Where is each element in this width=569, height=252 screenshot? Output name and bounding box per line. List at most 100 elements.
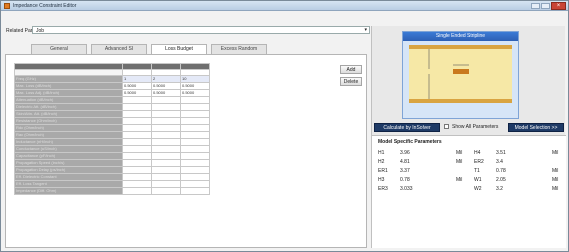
grid-cell[interactable] xyxy=(151,166,181,174)
trace-shape xyxy=(453,69,469,74)
param-name: ER2 xyxy=(474,159,484,165)
param-name: ER3 xyxy=(378,186,388,192)
grid-cell[interactable] xyxy=(151,145,181,153)
param-name: H2 xyxy=(378,159,385,165)
grid-cell[interactable] xyxy=(180,145,210,153)
grid-cell[interactable] xyxy=(122,110,152,118)
grid-cell[interactable] xyxy=(180,152,210,160)
grid-cell[interactable] xyxy=(151,159,181,167)
param-unit: Mil xyxy=(552,186,559,192)
loss-budget-grid[interactable]: Freq (GHz) 1 2 10 Max. Loss (dB/inch) 0.5000 0… xyxy=(14,63,210,195)
grid-cell[interactable] xyxy=(122,103,152,111)
param-value[interactable]: 3.2 xyxy=(496,186,503,193)
tab-advanced-si[interactable]: Advanced SI xyxy=(91,44,147,54)
grid-cell[interactable] xyxy=(180,131,210,139)
grid-cell[interactable] xyxy=(151,96,181,104)
grid-cell[interactable] xyxy=(122,187,152,195)
grid-cell[interactable] xyxy=(151,124,181,132)
grid-cell[interactable] xyxy=(151,187,181,195)
model-param: ER3 3.033 xyxy=(378,186,474,193)
close-button[interactable]: × xyxy=(551,2,566,10)
tab-general[interactable]: General xyxy=(31,44,87,54)
param-value[interactable]: 2.05 xyxy=(496,177,506,184)
grid-cell[interactable] xyxy=(122,152,152,160)
right-panel: Single Ended Stripline Calculate by InSo… xyxy=(371,26,566,248)
add-button[interactable]: Add xyxy=(340,65,362,74)
param-value[interactable]: 3.033 xyxy=(400,186,413,193)
grid-cell[interactable]: 0.5000 xyxy=(122,82,152,90)
grid-cell[interactable] xyxy=(122,173,152,181)
calculate-button[interactable]: Calculate by InSolver xyxy=(374,123,440,132)
grid-cell[interactable] xyxy=(151,131,181,139)
param-name: W2 xyxy=(474,186,482,192)
row-header: Conductance (uS/inch) xyxy=(14,145,123,153)
param-unit: Mil xyxy=(552,177,559,183)
row-header: Freq (GHz) xyxy=(14,75,123,83)
grid-cell[interactable] xyxy=(151,103,181,111)
grid-cell[interactable] xyxy=(180,138,210,146)
grid-cell[interactable] xyxy=(122,96,152,104)
show-all-checkbox[interactable] xyxy=(444,124,449,129)
grid-cell[interactable] xyxy=(180,173,210,181)
table-row: Impedance (Diff. Ohm) xyxy=(14,187,210,195)
maximize-button[interactable] xyxy=(541,3,550,9)
model-param: H2 4.81 Mil xyxy=(378,159,474,166)
delete-button[interactable]: Delete xyxy=(340,77,362,86)
grid-cell[interactable] xyxy=(151,173,181,181)
row-header: Impedance (Diff. Ohm) xyxy=(14,187,123,195)
param-value[interactable]: 0.78 xyxy=(496,168,506,175)
model-selection-button[interactable]: Model Selection >> xyxy=(508,123,564,132)
param-value[interactable]: 4.81 xyxy=(400,159,410,166)
grid-cell[interactable] xyxy=(151,180,181,188)
param-value[interactable]: 3.37 xyxy=(400,168,410,175)
tab-loss-budget[interactable]: Loss Budget xyxy=(151,44,207,54)
grid-cell[interactable] xyxy=(122,117,152,125)
param-value[interactable]: 3.4 xyxy=(496,159,503,166)
grid-cell[interactable] xyxy=(122,138,152,146)
grid-cell[interactable]: 10 xyxy=(180,75,210,83)
table-row: Rac (Ohm/inch) xyxy=(14,131,210,139)
model-param: T1 0.78 Mil xyxy=(474,168,569,175)
table-row: Propagation Speed (inch/s) xyxy=(14,159,210,167)
grid-cell[interactable] xyxy=(180,187,210,195)
grid-cell[interactable]: 1 xyxy=(122,75,152,83)
grid-cell[interactable] xyxy=(151,138,181,146)
grid-cell[interactable] xyxy=(151,152,181,160)
related-part-select[interactable]: Job ▾ xyxy=(32,26,370,34)
grid-cell[interactable] xyxy=(180,110,210,118)
grid-cell[interactable]: 0.5000 xyxy=(122,89,152,97)
grid-cell[interactable] xyxy=(180,117,210,125)
grid-cell[interactable]: 0.5000 xyxy=(180,82,210,90)
grid-cell[interactable] xyxy=(122,145,152,153)
grid-cell[interactable] xyxy=(122,166,152,174)
grid-cell[interactable] xyxy=(180,180,210,188)
row-header: Skin/Attn. Att. (dB/inch) xyxy=(14,110,123,118)
related-part-value: Job xyxy=(36,28,45,34)
grid-cell[interactable]: 0.5000 xyxy=(151,89,181,97)
top-plane-shape xyxy=(409,45,512,49)
param-value[interactable]: 3.96 xyxy=(400,150,410,157)
param-value[interactable]: 3.51 xyxy=(496,150,506,157)
grid-cell[interactable] xyxy=(180,103,210,111)
row-header: Dielectric Att. (dB/inch) xyxy=(14,103,123,111)
grid-cell[interactable] xyxy=(122,124,152,132)
grid-cell[interactable]: 0.5000 xyxy=(151,82,181,90)
grid-cell[interactable] xyxy=(151,110,181,118)
table-row: Eff. Loss Tangent xyxy=(14,180,210,188)
grid-cell[interactable] xyxy=(180,124,210,132)
minimize-button[interactable] xyxy=(531,3,540,9)
grid-cell[interactable] xyxy=(180,166,210,174)
calc-row: Calculate by InSolver Show All Parameter… xyxy=(372,123,566,133)
grid-cell[interactable]: 2 xyxy=(151,75,181,83)
grid-cell[interactable] xyxy=(122,180,152,188)
grid-cell[interactable] xyxy=(122,159,152,167)
param-value[interactable]: 0.78 xyxy=(400,177,410,184)
grid-cell[interactable] xyxy=(180,159,210,167)
grid-cell[interactable] xyxy=(122,131,152,139)
grid-cell[interactable] xyxy=(151,117,181,125)
grid-cell[interactable] xyxy=(180,96,210,104)
table-row: Resistance (Ohm/inch) xyxy=(14,117,210,125)
title-bar: Impedance Constraint Editor × xyxy=(1,1,568,11)
tab-excess-random[interactable]: Excess Random xyxy=(211,44,267,54)
grid-cell[interactable]: 0.5000 xyxy=(180,89,210,97)
